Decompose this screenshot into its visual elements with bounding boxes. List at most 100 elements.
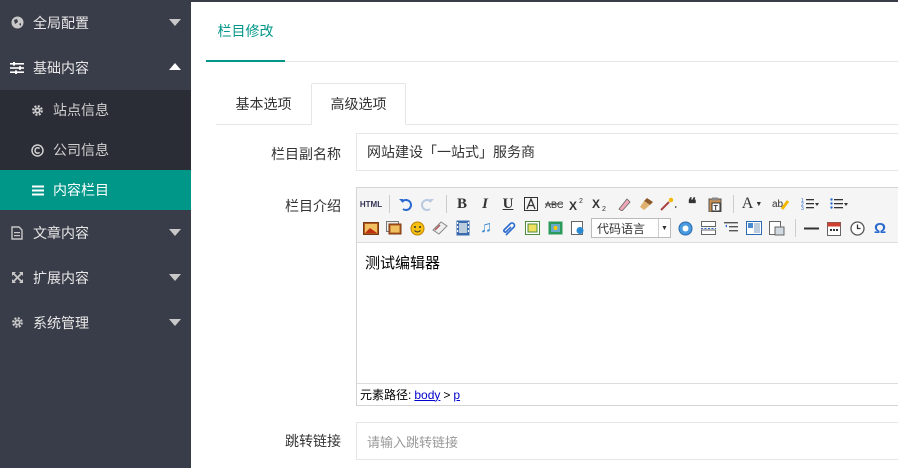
chevron-down-icon <box>169 274 181 281</box>
copyright-icon <box>31 143 44 157</box>
html-source-icon[interactable]: HTML <box>360 194 382 214</box>
emoticon-icon[interactable] <box>407 218 427 238</box>
tab-basic-options[interactable]: 基本选项 <box>216 83 311 125</box>
sidebar-group-system-management[interactable]: 系统管理 <box>0 300 191 345</box>
sidebar-item-company-info[interactable]: 公司信息 <box>0 130 191 170</box>
cleardoc-icon[interactable] <box>767 218 787 238</box>
tab-column-edit[interactable]: 栏目修改 <box>206 2 285 62</box>
chevron-down-icon <box>169 19 181 26</box>
sidebar-group-label: 文章内容 <box>33 224 89 241</box>
sidebar-item-label: 站点信息 <box>53 102 109 118</box>
toolbar-separator <box>446 195 447 213</box>
font-color-icon[interactable]: A ▼ <box>739 194 765 214</box>
toolbar-separator <box>733 195 734 213</box>
path-separator: > <box>443 387 451 402</box>
paste-plain-icon[interactable]: T <box>705 194 725 214</box>
list-icon <box>31 184 44 197</box>
insert-music-icon[interactable]: ♫ <box>476 218 496 238</box>
sidebar-group-label: 全局配置 <box>33 14 89 31</box>
sidebar-group-extended-content[interactable]: 扩展内容 <box>0 255 191 300</box>
submenu-basic-content: 站点信息 公司信息 内容栏目 <box>0 90 191 210</box>
svg-text:X: X <box>592 197 600 211</box>
sidebar-group-label: 系统管理 <box>33 314 89 331</box>
line-spacing-icon[interactable] <box>721 218 741 238</box>
toolbar-separator <box>389 195 390 213</box>
sidebar-item-label: 公司信息 <box>53 142 109 158</box>
option-tabs: 基本选项 高级选项 <box>216 83 898 125</box>
sidebar-item-site-info[interactable]: 站点信息 <box>0 90 191 130</box>
intro-label: 栏目介绍 <box>285 198 341 214</box>
font-border-icon[interactable] <box>521 194 541 214</box>
code-language-select[interactable]: 代码语言 ▼ <box>591 218 671 238</box>
expand-icon <box>10 271 24 285</box>
editor-toolbar: HTML B I U ABC X2 X2 ❝ T A ▼ ab 1 2 3 ♫ … <box>357 188 898 243</box>
document-icon <box>10 225 24 240</box>
superscript-icon[interactable]: X2 <box>567 194 587 214</box>
sidebar-group-label: 基础内容 <box>33 59 89 76</box>
chevron-down-icon: ▼ <box>658 219 670 237</box>
eraser-icon[interactable] <box>613 194 633 214</box>
toolbar-separator <box>795 219 796 237</box>
page-break-icon[interactable] <box>698 218 718 238</box>
svg-text:X: X <box>569 199 577 211</box>
insert-time-icon[interactable] <box>847 218 867 238</box>
svg-text:T: T <box>714 205 719 212</box>
sliders-icon <box>10 61 24 75</box>
format-brush-icon[interactable] <box>636 194 656 214</box>
subname-input[interactable]: 网站建设「一站式」服务商 <box>356 133 898 171</box>
redo-icon[interactable] <box>418 194 438 214</box>
svg-text:ABC: ABC <box>545 200 563 210</box>
code-language-value: 代码语言 <box>597 221 646 236</box>
cog-icon <box>10 316 24 330</box>
sidebar-group-global-config[interactable]: 全局配置 <box>0 0 191 45</box>
svg-text:2: 2 <box>602 206 606 211</box>
tab-advanced-options[interactable]: 高级选项 <box>311 83 406 125</box>
chevron-down-icon <box>169 319 181 326</box>
sidebar-item-label: 内容栏目 <box>53 182 109 198</box>
highlight-color-icon[interactable]: ab <box>768 194 794 214</box>
insert-video-icon[interactable] <box>453 218 473 238</box>
magic-wand-icon[interactable] <box>659 194 679 214</box>
underline-icon[interactable]: U <box>498 194 518 214</box>
path-link-p[interactable]: p <box>453 388 460 402</box>
unordered-list-icon[interactable] <box>826 194 852 214</box>
globe-icon <box>10 16 24 30</box>
italic-icon[interactable]: I <box>475 194 495 214</box>
insert-image-icon[interactable] <box>361 218 381 238</box>
insert-frame-icon[interactable] <box>522 218 542 238</box>
chevron-down-icon <box>169 229 181 236</box>
undo-icon[interactable] <box>395 194 415 214</box>
sidebar-item-content-columns[interactable]: 内容栏目 <box>0 170 191 210</box>
web-page-icon[interactable] <box>675 218 695 238</box>
insert-date-icon[interactable] <box>824 218 844 238</box>
bold-icon[interactable]: B <box>452 194 472 214</box>
subname-label: 栏目副名称 <box>271 146 341 162</box>
redirect-label: 跳转链接 <box>285 433 341 449</box>
path-link-body[interactable]: body <box>414 388 440 402</box>
insert-code-icon[interactable] <box>568 218 588 238</box>
main-content: 栏目修改 基本选项 高级选项 栏目副名称 网站建设「一站式」服务商 栏目介绍 H… <box>191 2 898 468</box>
sidebar-group-label: 扩展内容 <box>33 269 89 286</box>
toolbar-row-2: ♫ 代码语言 ▼ Ω <box>361 216 893 240</box>
blockquote-icon[interactable]: ❝ <box>682 194 702 214</box>
subscript-icon[interactable]: X2 <box>590 194 610 214</box>
sidebar-group-basic-content[interactable]: 基础内容 <box>0 45 191 90</box>
redirect-input[interactable]: 请输入跳转链接 <box>356 422 898 460</box>
template-icon[interactable] <box>744 218 764 238</box>
insert-map-icon[interactable] <box>545 218 565 238</box>
svg-text:3: 3 <box>801 206 804 211</box>
scrawl-icon[interactable] <box>430 218 450 238</box>
toolbar-row-1: HTML B I U ABC X2 X2 ❝ T A ▼ ab 1 2 3 <box>360 192 855 216</box>
gear-icon <box>31 104 44 117</box>
ordered-list-icon[interactable]: 123 <box>797 194 823 214</box>
attachment-icon[interactable] <box>499 218 519 238</box>
multi-image-icon[interactable] <box>384 218 404 238</box>
sidebar: 全局配置 基础内容 站点信息 公司信息 内容栏目 文章内容 扩展内容 系统管理 <box>0 0 191 468</box>
strikethrough-icon[interactable]: ABC <box>544 194 564 214</box>
special-char-icon[interactable]: Ω <box>870 218 890 238</box>
sidebar-group-article-content[interactable]: 文章内容 <box>0 210 191 255</box>
element-path-bar: 元素路径: body > p <box>357 383 898 405</box>
editor-content[interactable]: 测试编辑器 <box>357 243 898 383</box>
horizontal-rule-icon[interactable] <box>801 218 821 238</box>
chevron-up-icon <box>169 63 181 70</box>
